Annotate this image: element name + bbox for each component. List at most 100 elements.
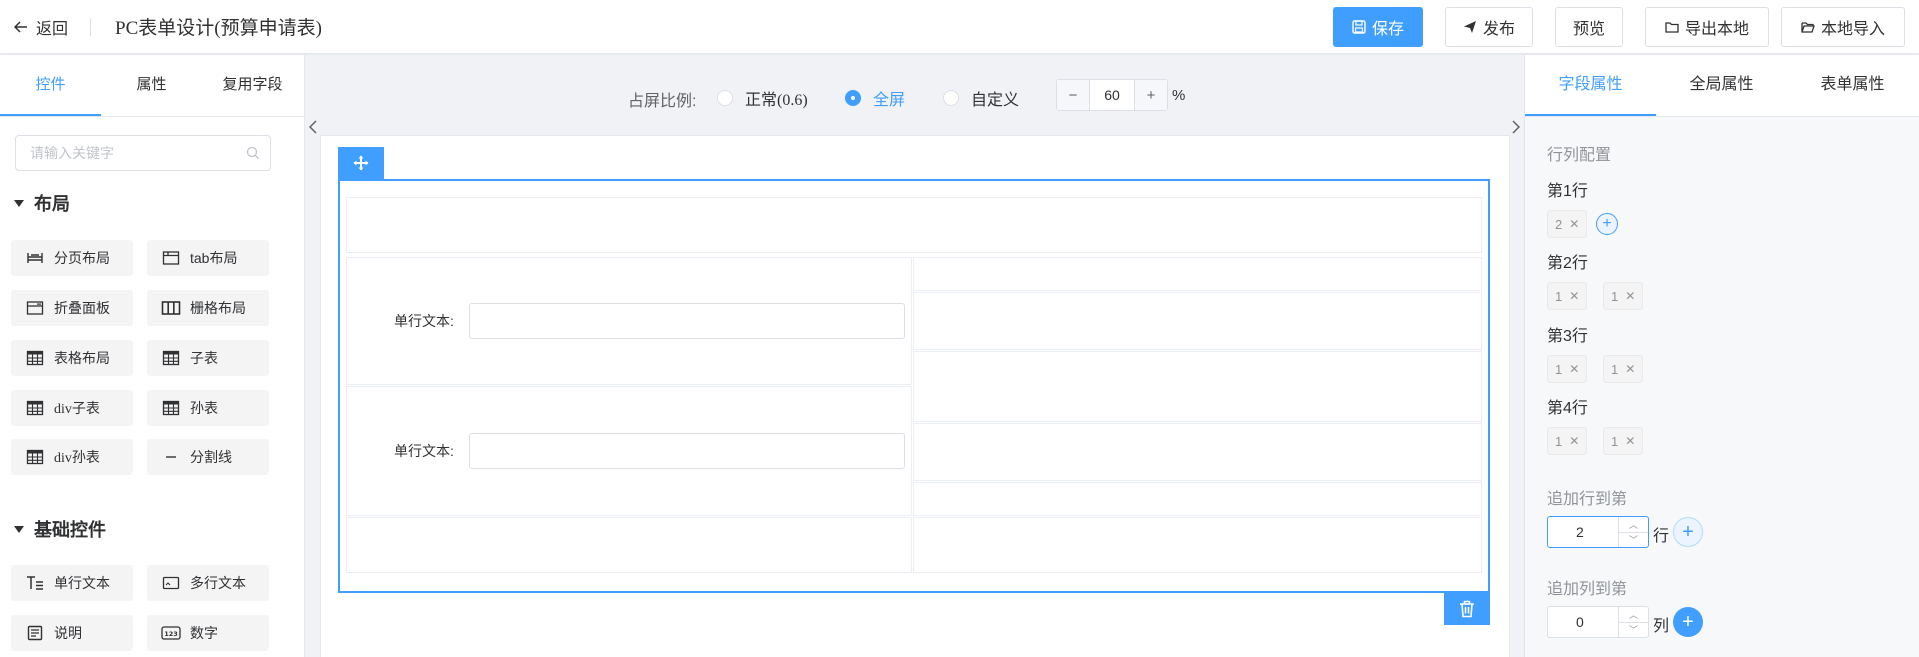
table-cell[interactable] — [913, 517, 1482, 573]
close-icon[interactable]: ✕ — [1625, 289, 1635, 303]
chevron-left-icon — [309, 120, 317, 134]
component-label: 分页布局 — [54, 250, 110, 266]
add-column-input[interactable]: 0 ︿ ﹀ — [1547, 606, 1649, 638]
publish-button[interactable]: 发布 — [1445, 7, 1533, 47]
save-label: 保存 — [1371, 21, 1404, 38]
add-row-button[interactable]: + — [1673, 517, 1703, 547]
back-button[interactable]: 返回 — [14, 15, 68, 39]
section-basic-controls[interactable]: 基础控件 — [14, 516, 106, 542]
component-single-line-text[interactable]: 单行文本 — [11, 565, 133, 601]
component-label: 子表 — [190, 350, 218, 366]
close-icon[interactable]: ✕ — [1625, 434, 1635, 448]
close-icon[interactable]: ✕ — [1569, 289, 1579, 303]
radio-label: 正常(0.6) — [745, 92, 808, 109]
move-handle[interactable] — [338, 147, 384, 179]
component-collapse-panel[interactable]: 折叠面板 — [11, 290, 133, 326]
close-icon[interactable]: ✕ — [1569, 362, 1579, 376]
component-label: 分割线 — [190, 449, 232, 465]
component-divider[interactable]: 分割线 — [147, 439, 269, 475]
table-cell[interactable] — [913, 423, 1482, 481]
tag-value: 1 — [1555, 288, 1563, 304]
tab-reusable-fields[interactable]: 复用字段 — [202, 55, 303, 116]
add-column-button[interactable]: + — [1596, 213, 1618, 235]
table-cell[interactable] — [346, 197, 1482, 253]
export-local-button[interactable]: 导出本地 — [1645, 7, 1769, 47]
save-button[interactable]: 保存 — [1333, 7, 1423, 47]
import-local-button[interactable]: 本地导入 — [1781, 7, 1905, 47]
close-icon[interactable]: ✕ — [1569, 434, 1579, 448]
zoom-increase-button[interactable]: + — [1135, 80, 1167, 110]
trash-icon — [1459, 600, 1475, 618]
column-tag: 1 ✕ — [1547, 355, 1588, 383]
tag-value: 1 — [1611, 361, 1619, 377]
chevron-up-icon[interactable]: ︿ — [1619, 517, 1648, 532]
component-tab-layout[interactable]: tab布局 — [147, 240, 269, 276]
row-label: 第1行 — [1547, 183, 1588, 200]
chevron-down-icon[interactable]: ﹀ — [1619, 621, 1648, 638]
add-row-input[interactable]: 2 ︿ ﹀ — [1547, 516, 1649, 548]
table-cell[interactable] — [913, 351, 1482, 422]
collapse-right-button[interactable] — [1509, 115, 1523, 139]
arrow-left-icon — [14, 20, 28, 33]
component-multi-line-text[interactable]: 多行文本 — [147, 565, 269, 601]
component-div-grandchild-table[interactable]: div孙表 — [11, 439, 133, 475]
section-layout[interactable]: 布局 — [14, 190, 70, 216]
table-cell[interactable] — [346, 517, 912, 573]
component-subtable[interactable]: 子表 — [147, 340, 269, 376]
component-grid-layout[interactable]: 栅格布局 — [147, 290, 269, 326]
column-tag: 2 ✕ — [1547, 210, 1588, 238]
component-label: div子表 — [54, 402, 100, 417]
radio-custom[interactable]: 自定义 — [943, 86, 1019, 110]
component-table-layout[interactable]: 表格布局 — [11, 340, 133, 376]
column-tag: 1 ✕ — [1603, 427, 1644, 455]
collapse-left-button[interactable] — [306, 115, 320, 139]
component-description[interactable]: 说明 — [11, 615, 133, 651]
tab-layout-icon — [161, 248, 181, 268]
table-icon — [161, 348, 181, 368]
single-line-text-input[interactable] — [469, 303, 905, 339]
component-grandchild-table[interactable]: 孙表 — [147, 390, 269, 426]
right-tabs: 字段属性 全局属性 表单属性 — [1525, 55, 1919, 117]
document-icon — [25, 623, 45, 643]
tag-value: 1 — [1555, 361, 1563, 377]
export-label: 导出本地 — [1684, 21, 1749, 38]
collapse-panel-icon — [25, 298, 45, 318]
left-tabs: 控件 属性 复用字段 — [0, 55, 304, 117]
single-line-text-input[interactable] — [469, 433, 905, 469]
row-label: 第2行 — [1547, 255, 1588, 272]
zoom-value[interactable]: 60 — [1089, 80, 1135, 110]
divider — [90, 17, 92, 36]
chevron-up-icon[interactable]: ︿ — [1619, 607, 1648, 622]
component-number[interactable]: 123 数字 — [147, 615, 269, 651]
column-tag: 1 ✕ — [1603, 282, 1644, 310]
close-icon[interactable]: ✕ — [1569, 217, 1579, 231]
table-cell[interactable] — [913, 257, 1482, 291]
tab-field-properties[interactable]: 字段属性 — [1525, 55, 1656, 116]
chevron-right-icon — [1512, 120, 1520, 134]
table-cell[interactable] — [913, 292, 1482, 350]
add-column-button[interactable]: + — [1673, 607, 1703, 637]
search-input[interactable]: 请输入关键字 — [15, 135, 271, 171]
row-label: 第3行 — [1547, 328, 1588, 345]
add-row-unit: 行 — [1653, 528, 1670, 545]
tab-properties[interactable]: 属性 — [101, 55, 202, 116]
component-page-layout[interactable]: 分页布局 — [11, 240, 133, 276]
tab-global-properties[interactable]: 全局属性 — [1656, 55, 1787, 116]
tab-form-properties[interactable]: 表单属性 — [1787, 55, 1918, 116]
section-basic-title: 基础控件 — [34, 520, 106, 540]
tab-controls[interactable]: 控件 — [0, 55, 101, 116]
chevron-down-icon[interactable]: ﹀ — [1619, 531, 1648, 548]
radio-normal[interactable]: 正常(0.6) — [717, 86, 808, 110]
close-icon[interactable]: ✕ — [1625, 362, 1635, 376]
preview-button[interactable]: 预览 — [1555, 7, 1623, 47]
table-layout-block[interactable]: 单行文本: 单行文本: — [338, 179, 1490, 593]
table-cell[interactable] — [913, 482, 1482, 516]
delete-button[interactable] — [1444, 593, 1490, 625]
divider-icon — [161, 447, 181, 467]
zoom-decrease-button[interactable]: − — [1057, 80, 1089, 110]
radio-fullscreen[interactable]: 全屏 — [845, 86, 905, 110]
svg-text:123: 123 — [164, 630, 178, 638]
add-row-value: 2 — [1576, 524, 1584, 540]
textarea-icon — [161, 573, 181, 593]
component-div-subtable[interactable]: div子表 — [11, 390, 133, 426]
